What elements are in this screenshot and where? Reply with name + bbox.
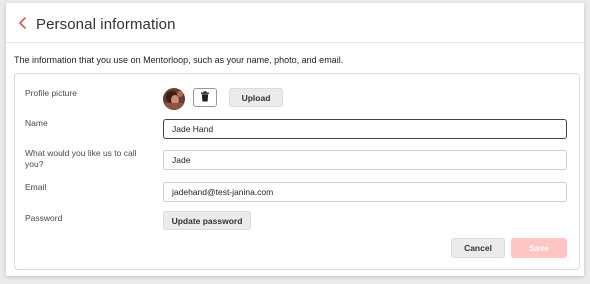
name-label: Name — [25, 118, 48, 128]
personal-information-card: Personal information The information tha… — [6, 3, 584, 276]
save-button[interactable]: Save — [511, 238, 567, 258]
profile-picture-label: Profile picture — [25, 88, 77, 98]
delete-picture-button[interactable] — [193, 88, 217, 107]
trash-icon — [200, 89, 210, 107]
email-field[interactable]: jadehand@test-janina.com — [163, 182, 567, 202]
page-title: Personal information — [36, 16, 176, 33]
password-label: Password — [25, 213, 63, 223]
cancel-button[interactable]: Cancel — [451, 238, 505, 258]
name-field[interactable]: Jade Hand — [163, 119, 567, 139]
chevron-left-icon[interactable] — [16, 15, 30, 31]
email-label: Email — [25, 182, 47, 192]
avatar — [163, 88, 185, 110]
preferred-name-label: What would you like us to call you? — [25, 148, 137, 169]
profile-form: Profile picture Upload Name Jade Hand Wh… — [14, 73, 580, 270]
page-header: Personal information — [6, 3, 584, 43]
upload-button[interactable]: Upload — [229, 88, 283, 107]
page-description: The information that you use on Mentorlo… — [14, 55, 344, 65]
update-password-button[interactable]: Update password — [163, 211, 251, 230]
preferred-name-field[interactable]: Jade — [163, 150, 567, 170]
